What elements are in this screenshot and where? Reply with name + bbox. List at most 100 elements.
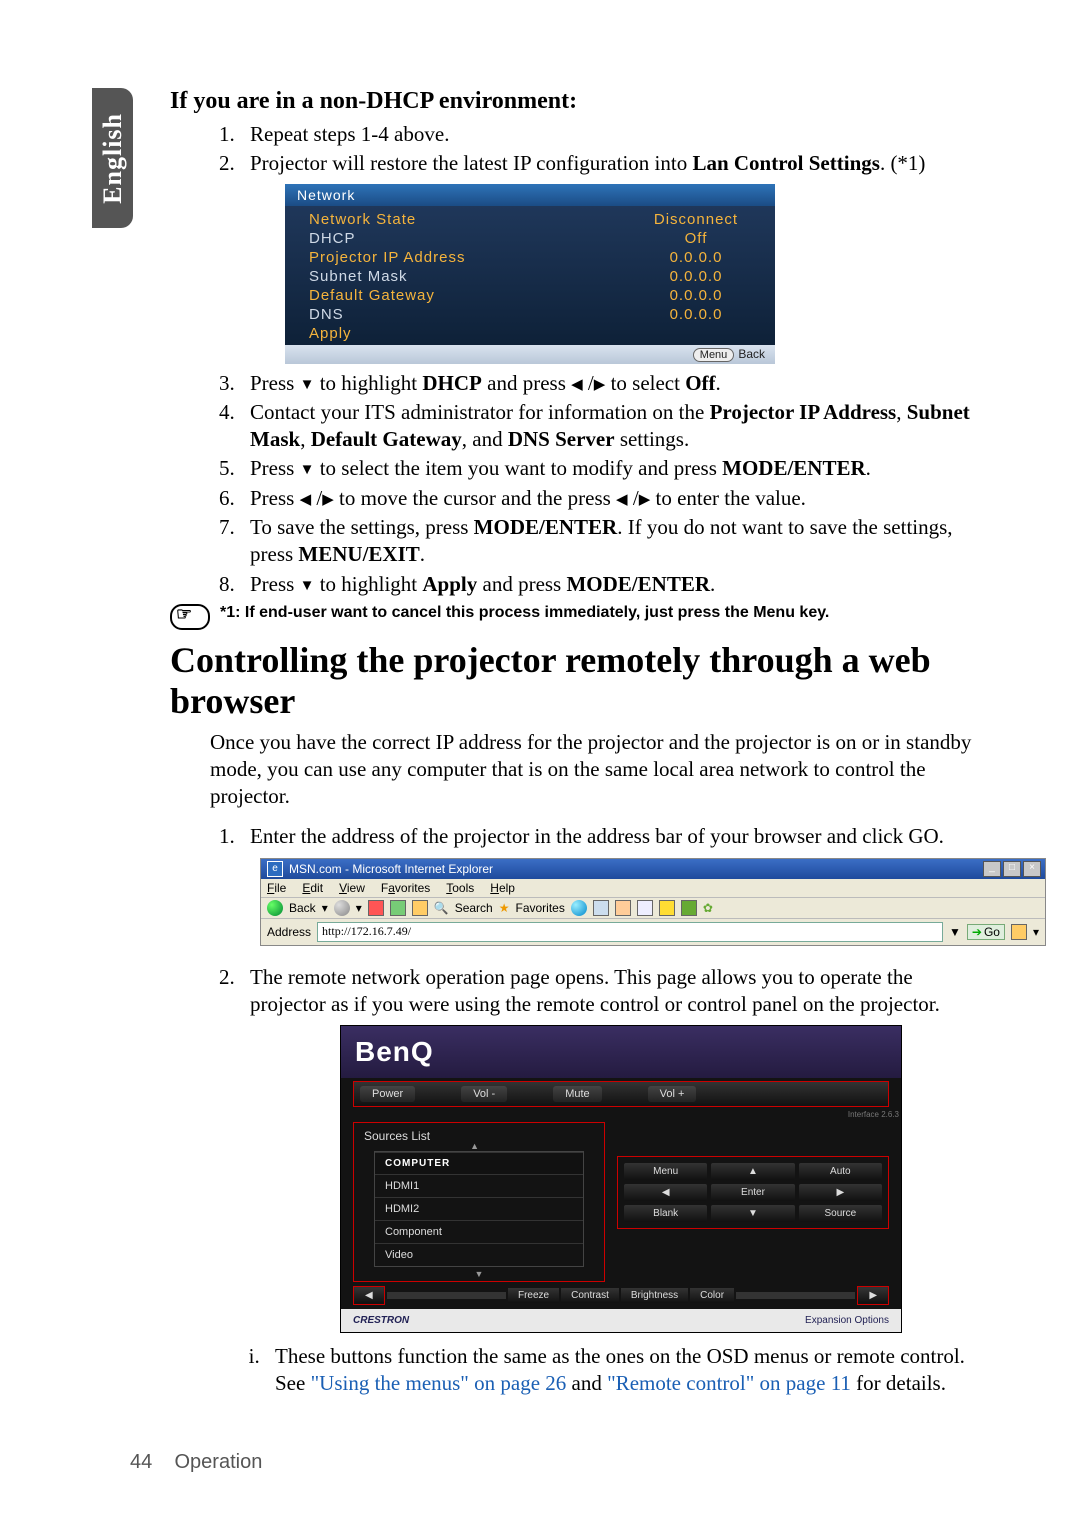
menu-edit: Edit	[302, 881, 323, 895]
favorites-icon[interactable]: ★	[499, 901, 510, 915]
note-row: *1: If end-user want to cancel this proc…	[170, 604, 980, 630]
osd-title: Network	[285, 184, 775, 206]
color-button[interactable]: Color	[690, 1288, 734, 1303]
left-triangle-icon: ◀	[616, 491, 628, 511]
expansion-options[interactable]: Expansion Options	[805, 1315, 889, 1326]
menu-file: File	[267, 881, 286, 895]
down-button[interactable]: ▼	[711, 1205, 794, 1222]
step-3: Press ▼ to highlight DHCP and press ◀ /▶…	[240, 370, 980, 397]
left-triangle-icon: ◀	[300, 491, 312, 511]
close-icon: ×	[1023, 861, 1041, 877]
osd-row-network-state: Network StateDisconnect	[285, 210, 775, 229]
menu-tools: Tools	[446, 881, 474, 895]
ie-menubar[interactable]: FileEditViewFavoritesToolsHelp	[261, 879, 1045, 898]
edit-icon[interactable]	[637, 900, 653, 916]
scroll-down-icon[interactable]: ▼	[354, 1267, 604, 1281]
osd-footer: MenuBack	[285, 345, 775, 364]
up-button[interactable]: ▲	[711, 1163, 794, 1180]
right-triangle-icon: ▶	[594, 376, 606, 396]
vol-up-button[interactable]: Vol +	[648, 1086, 697, 1102]
messenger-icon[interactable]	[681, 900, 697, 916]
go-button[interactable]: ➔ Go	[967, 924, 1005, 940]
source-video[interactable]: Video	[375, 1243, 583, 1266]
note-text: *1: If end-user want to cancel this proc…	[220, 604, 829, 622]
print-icon[interactable]	[615, 900, 631, 916]
right-button[interactable]: ▶	[799, 1184, 882, 1201]
source-button[interactable]: Source	[799, 1205, 882, 1222]
mute-button[interactable]: Mute	[553, 1086, 601, 1102]
step-4: Contact your ITS administrator for infor…	[240, 399, 980, 454]
roman-i: These buttons function the same as the o…	[265, 1343, 980, 1398]
address-label: Address	[267, 925, 311, 939]
source-component[interactable]: Component	[375, 1220, 583, 1243]
msn-icon[interactable]: ✿	[703, 901, 713, 915]
slider-right[interactable]: ▶	[857, 1286, 889, 1305]
down-triangle-icon: ▼	[300, 461, 315, 481]
window-buttons[interactable]: _□×	[983, 861, 1041, 877]
language-tab: English	[92, 88, 133, 228]
menu-view: View	[339, 881, 365, 895]
source-hdmi2[interactable]: HDMI2	[375, 1197, 583, 1220]
interface-version: Interface 2.6.3	[341, 1110, 901, 1119]
links-icon[interactable]	[1011, 924, 1027, 940]
mail-icon[interactable]	[593, 900, 609, 916]
step-2: Projector will restore the latest IP con…	[240, 150, 980, 177]
osd-row-dhcp: DHCPOff	[285, 229, 775, 248]
left-triangle-icon: ◀	[571, 376, 583, 396]
source-computer[interactable]: COMPUTER	[375, 1152, 583, 1174]
dpad-panel: Menu ▲ Auto ◀ Enter ▶ Blank ▼ Source	[617, 1122, 889, 1282]
steps-list-c: Enter the address of the projector in th…	[170, 823, 980, 850]
step-5: Press ▼ to select the item you want to m…	[240, 455, 980, 482]
left-button[interactable]: ◀	[624, 1184, 707, 1201]
osd-row-ip: Projector IP Address0.0.0.0	[285, 248, 775, 267]
osd-row-apply: Apply	[285, 324, 775, 343]
osd-row-gateway: Default Gateway0.0.0.0	[285, 286, 775, 305]
link-remote[interactable]: "Remote control" on page 11	[607, 1371, 851, 1395]
home-icon[interactable]	[412, 900, 428, 916]
source-hdmi1[interactable]: HDMI1	[375, 1174, 583, 1197]
ie-window: e MSN.com - Microsoft Internet Explorer …	[260, 858, 1046, 946]
freeze-button[interactable]: Freeze	[508, 1288, 559, 1303]
minimize-icon: _	[983, 861, 1001, 877]
ie-addressbar: Address ▼ ➔ Go ▾	[261, 919, 1045, 945]
history-icon[interactable]	[571, 900, 587, 916]
step-8: Press ▼ to highlight Apply and press MOD…	[240, 571, 980, 598]
sources-panel: Sources List COMPUTER HDMI1 HDMI2 Compon…	[353, 1122, 605, 1282]
auto-button[interactable]: Auto	[799, 1163, 882, 1180]
forward-icon[interactable]	[334, 900, 350, 916]
main-heading: Controlling the projector remotely throu…	[170, 640, 980, 723]
vol-down-button[interactable]: Vol -	[461, 1086, 507, 1102]
osd-row-dns: DNS0.0.0.0	[285, 305, 775, 324]
power-button[interactable]: Power	[360, 1086, 415, 1102]
menu-button[interactable]: Menu	[624, 1163, 707, 1180]
note-icon	[170, 604, 210, 630]
stop-icon[interactable]	[368, 900, 384, 916]
top-buttons: Power Vol - Mute Vol +	[353, 1081, 889, 1107]
address-input[interactable]	[317, 922, 943, 942]
brightness-button[interactable]: Brightness	[621, 1288, 688, 1303]
search-icon[interactable]: 🔍	[434, 901, 449, 915]
right-triangle-icon: ▶	[322, 491, 334, 511]
ie-toolbar[interactable]: Back ▾ ▾ 🔍Search ★Favorites ✿	[261, 898, 1045, 919]
benq-control-panel: BenQ Power Vol - Mute Vol + Interface 2.…	[340, 1025, 902, 1333]
step-c2: The remote network operation page opens.…	[240, 964, 980, 1019]
blank-button[interactable]: Blank	[624, 1205, 707, 1222]
back-icon[interactable]	[267, 900, 283, 916]
intro-paragraph: Once you have the correct IP address for…	[170, 729, 980, 811]
steps-list-c2: The remote network operation page opens.…	[170, 964, 980, 1019]
link-menus[interactable]: "Using the menus" on page 26	[311, 1371, 567, 1395]
slider-left[interactable]: ◀	[353, 1286, 385, 1305]
refresh-icon[interactable]	[390, 900, 406, 916]
roman-list: These buttons function the same as the o…	[170, 1343, 980, 1398]
step-c1: Enter the address of the projector in th…	[240, 823, 980, 850]
steps-list-b: Press ▼ to highlight DHCP and press ◀ /▶…	[170, 370, 980, 598]
step-7: To save the settings, press MODE/ENTER. …	[240, 514, 980, 569]
enter-button[interactable]: Enter	[711, 1184, 794, 1201]
osd-network-panel: Network Network StateDisconnect DHCPOff …	[285, 184, 775, 364]
steps-list-a: Repeat steps 1-4 above. Projector will r…	[170, 121, 980, 178]
contrast-button[interactable]: Contrast	[561, 1288, 619, 1303]
down-triangle-icon: ▼	[300, 376, 315, 396]
discuss-icon[interactable]	[659, 900, 675, 916]
benq-footer: CRESTRON Expansion Options	[341, 1309, 901, 1332]
maximize-icon: □	[1003, 861, 1021, 877]
